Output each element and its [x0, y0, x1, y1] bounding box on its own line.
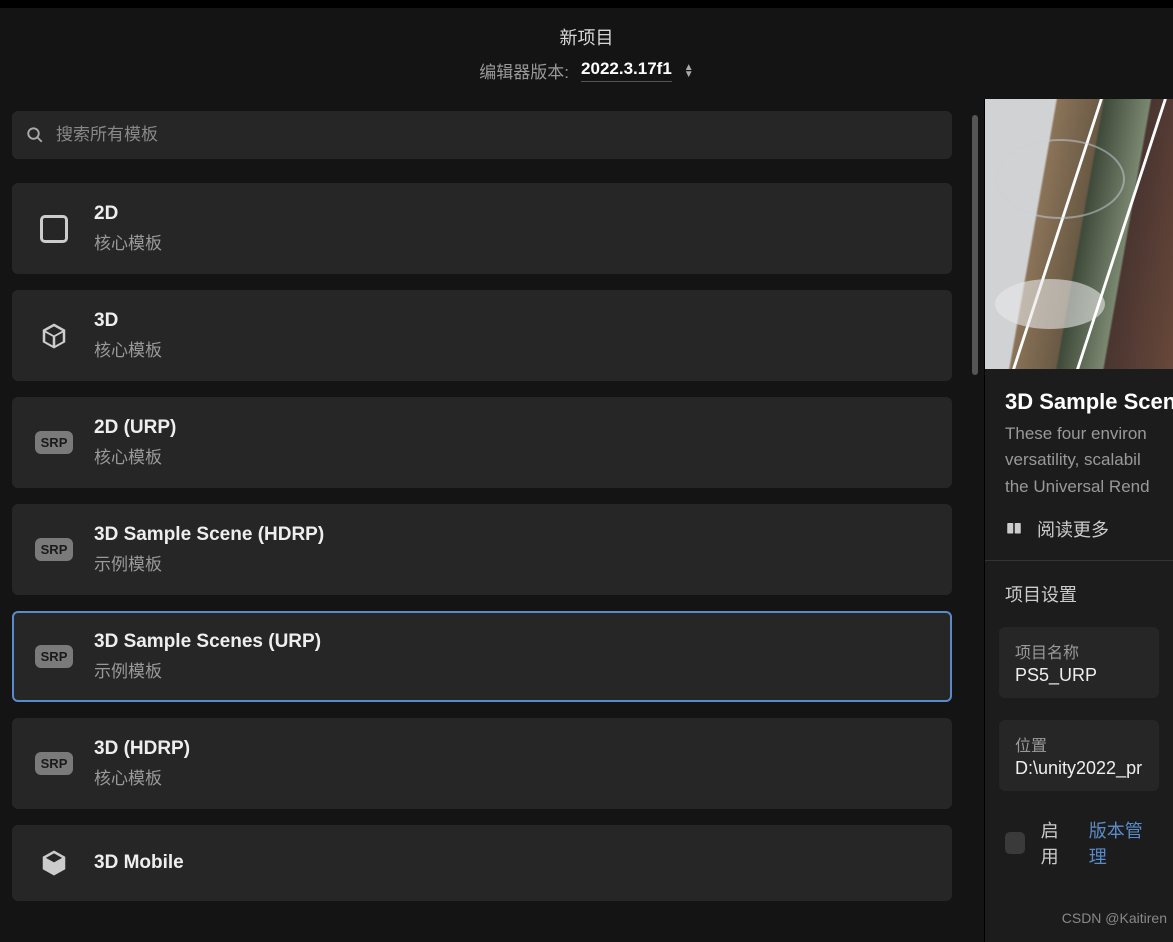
- vc-enable-label: 启用: [1041, 817, 1073, 869]
- template-card-3d-sample-urp[interactable]: SRP 3D Sample Scenes (URP) 示例模板: [12, 611, 952, 702]
- vc-checkbox[interactable]: [1005, 832, 1025, 854]
- scrollbar[interactable]: [972, 115, 978, 375]
- details-title: 3D Sample Scen: [1005, 389, 1153, 415]
- srp-badge-icon: SRP: [36, 639, 72, 675]
- template-preview-image: [985, 99, 1173, 369]
- template-subtitle: 核心模板: [94, 229, 162, 254]
- template-subtitle: 示例模板: [94, 550, 324, 575]
- location-field[interactable]: 位置 D:\unity2022_pr: [999, 720, 1159, 791]
- template-title: 2D (URP): [94, 417, 176, 439]
- version-value[interactable]: 2022.3.17f1: [581, 59, 672, 82]
- cube-icon: [36, 318, 72, 354]
- template-subtitle: 核心模板: [94, 336, 162, 361]
- search-box[interactable]: [12, 111, 952, 159]
- cube-icon: [36, 845, 72, 881]
- template-title: 3D: [94, 310, 162, 332]
- template-card-3d-sample-hdrp[interactable]: SRP 3D Sample Scene (HDRP) 示例模板: [12, 504, 952, 595]
- template-title: 2D: [94, 203, 162, 225]
- square-icon: [36, 211, 72, 247]
- version-label: 编辑器版本:: [479, 58, 569, 83]
- header: 新项目 编辑器版本: 2022.3.17f1 ▲▼: [0, 0, 1173, 99]
- book-icon: [1005, 520, 1023, 538]
- read-more-label: 阅读更多: [1037, 516, 1109, 542]
- project-name-field[interactable]: 项目名称 PS5_URP: [999, 627, 1159, 698]
- template-card-3d-hdrp[interactable]: SRP 3D (HDRP) 核心模板: [12, 718, 952, 809]
- srp-badge-icon: SRP: [36, 425, 72, 461]
- template-card-3d[interactable]: 3D 核心模板: [12, 290, 952, 381]
- vc-link[interactable]: 版本管理: [1089, 817, 1153, 869]
- search-icon: [26, 126, 44, 144]
- template-title: 3D Mobile: [94, 852, 184, 874]
- location-value: D:\unity2022_pr: [1015, 758, 1143, 779]
- project-name-label: 项目名称: [1015, 639, 1143, 663]
- project-name-value: PS5_URP: [1015, 665, 1143, 686]
- srp-badge-icon: SRP: [36, 532, 72, 568]
- watermark: CSDN @Kaitiren: [1062, 910, 1167, 926]
- version-control-row: 启用 版本管理: [985, 803, 1173, 883]
- template-subtitle: 核心模板: [94, 764, 190, 789]
- template-title: 3D (HDRP): [94, 738, 190, 760]
- search-input[interactable]: [56, 125, 938, 145]
- page-title: 新项目: [560, 24, 614, 50]
- template-subtitle: 核心模板: [94, 443, 176, 468]
- template-list-panel: 2D 核心模板 3D 核心模板 SRP 2D (URP) 核心模板: [0, 99, 984, 942]
- version-stepper-icon[interactable]: ▲▼: [684, 64, 694, 78]
- template-card-2d[interactable]: 2D 核心模板: [12, 183, 952, 274]
- read-more-link[interactable]: 阅读更多: [985, 516, 1173, 561]
- settings-title: 项目设置: [985, 561, 1173, 617]
- version-row: 编辑器版本: 2022.3.17f1 ▲▼: [479, 58, 693, 83]
- template-subtitle: 示例模板: [94, 657, 321, 682]
- details-panel: 3D Sample Scen These four environ versat…: [984, 99, 1173, 942]
- template-title: 3D Sample Scene (HDRP): [94, 524, 324, 546]
- template-card-3d-mobile[interactable]: 3D Mobile: [12, 825, 952, 901]
- location-label: 位置: [1015, 732, 1143, 756]
- template-card-2d-urp[interactable]: SRP 2D (URP) 核心模板: [12, 397, 952, 488]
- details-description: These four environ versatility, scalabil…: [1005, 421, 1153, 500]
- template-title: 3D Sample Scenes (URP): [94, 631, 321, 653]
- srp-badge-icon: SRP: [36, 746, 72, 782]
